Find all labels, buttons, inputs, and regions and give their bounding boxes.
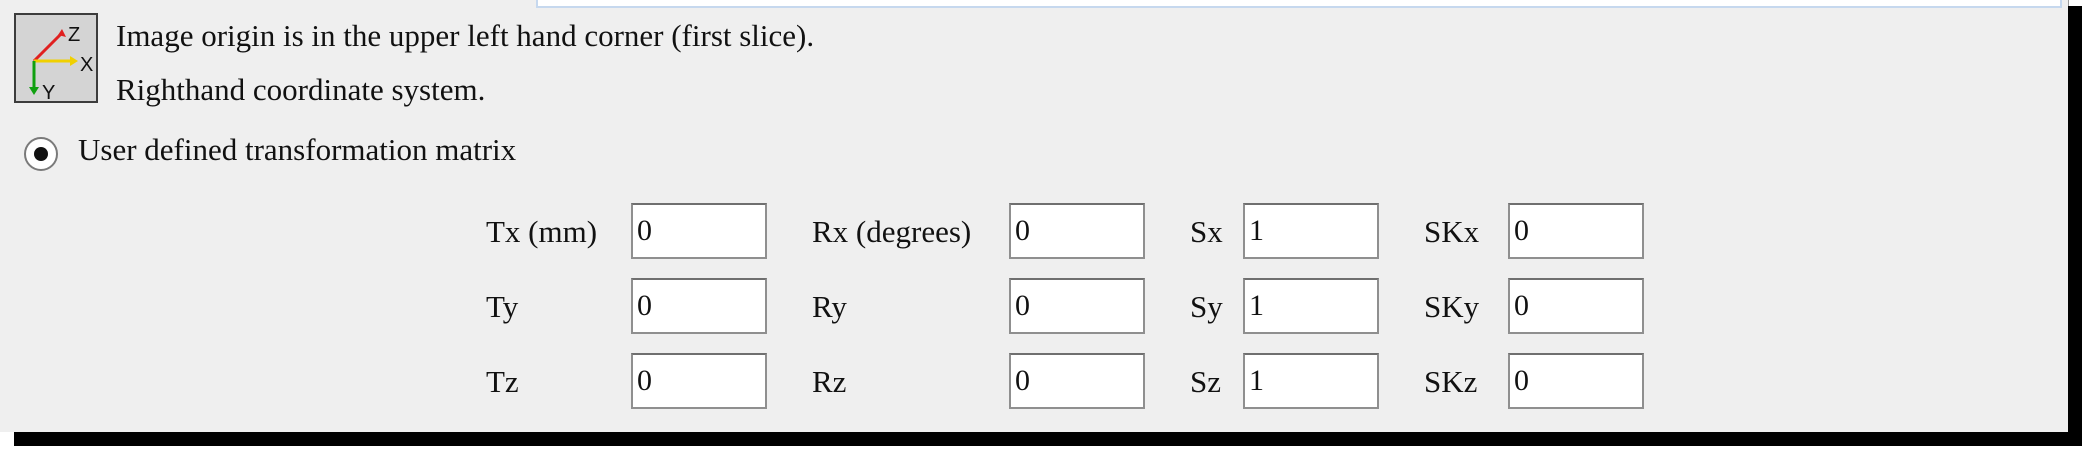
sz-label: Sz	[1190, 364, 1221, 399]
tx-input[interactable]	[631, 203, 767, 259]
user-defined-matrix-label[interactable]: User defined transformation matrix	[78, 132, 516, 168]
axis-z-label: Z	[68, 24, 80, 46]
skx-input[interactable]	[1508, 203, 1644, 259]
radio-selected-dot	[34, 147, 48, 161]
ry-input[interactable]	[1009, 278, 1145, 334]
sky-input[interactable]	[1508, 278, 1644, 334]
window-shadow-bottom	[14, 432, 2082, 446]
rx-input[interactable]	[1009, 203, 1145, 259]
ty-input[interactable]	[631, 278, 767, 334]
tz-input[interactable]	[631, 353, 767, 409]
axis-y-label: Y	[42, 82, 55, 104]
ry-label: Ry	[812, 289, 847, 324]
rx-label: Rx (degrees)	[812, 214, 972, 249]
ty-label: Ty	[486, 289, 519, 324]
origin-description: Image origin is in the upper left hand c…	[116, 18, 815, 53]
skz-label: SKz	[1424, 364, 1478, 399]
sy-label: Sy	[1190, 289, 1223, 324]
sx-label: Sx	[1190, 214, 1223, 249]
tx-label: Tx (mm)	[486, 214, 598, 249]
coordinate-system-description: Righthand coordinate system.	[116, 72, 486, 107]
rz-label: Rz	[812, 364, 847, 399]
skx-label: SKx	[1424, 214, 1480, 249]
transformation-panel: Z X Y Image origin is in the upper left …	[0, 0, 2069, 432]
skz-input[interactable]	[1508, 353, 1644, 409]
sx-input[interactable]	[1243, 203, 1379, 259]
sky-label: SKy	[1424, 289, 1480, 324]
window-shadow-right	[2068, 6, 2082, 440]
top-text-field-edge[interactable]	[536, 0, 2062, 8]
user-defined-matrix-radio[interactable]	[24, 137, 58, 171]
rz-input[interactable]	[1009, 353, 1145, 409]
axis-x-label: X	[80, 54, 93, 76]
axis-orientation-icon: Z X Y	[14, 13, 98, 104]
sz-input[interactable]	[1243, 353, 1379, 409]
tz-label: Tz	[486, 364, 519, 399]
sy-input[interactable]	[1243, 278, 1379, 334]
